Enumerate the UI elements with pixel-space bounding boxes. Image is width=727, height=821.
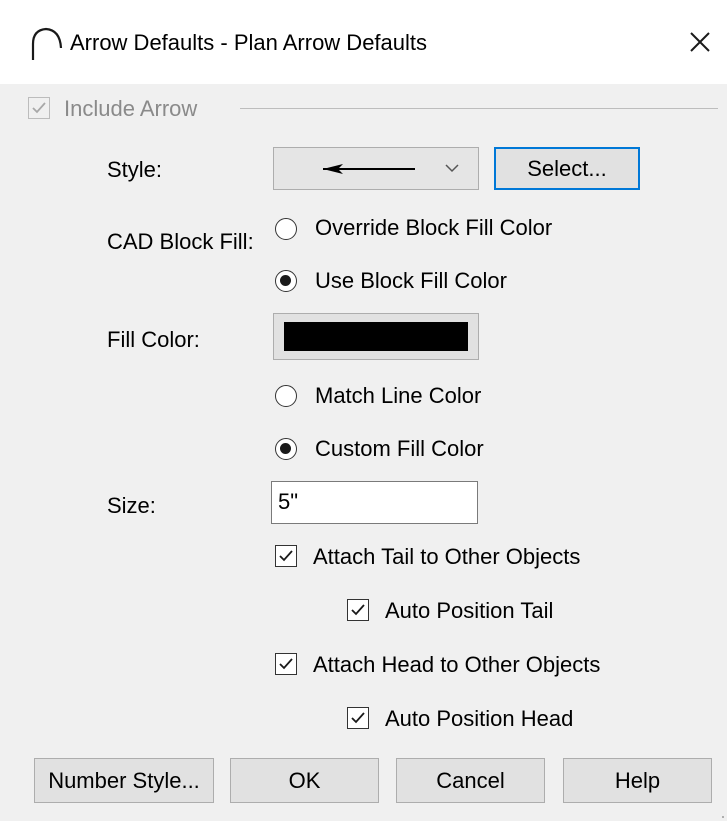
use-block-fill-radio[interactable]	[275, 270, 297, 292]
number-style-button[interactable]: Number Style...	[34, 758, 214, 803]
title-bar: Arrow Defaults - Plan Arrow Defaults	[0, 0, 727, 84]
style-dropdown[interactable]	[273, 147, 479, 190]
cancel-button[interactable]: Cancel	[396, 758, 545, 803]
size-label: Size:	[107, 493, 156, 518]
match-line-color-label: Match Line Color	[315, 383, 482, 408]
fill-color-button[interactable]	[273, 313, 479, 360]
custom-fill-color-label: Custom Fill Color	[315, 436, 484, 461]
auto-position-tail-checkbox[interactable]	[347, 599, 369, 621]
style-label: Style:	[107, 157, 163, 182]
group-divider	[240, 108, 718, 109]
override-block-fill-label: Override Block Fill Color	[315, 215, 553, 240]
custom-fill-color-radio[interactable]	[275, 438, 297, 460]
match-line-color-radio[interactable]	[275, 385, 297, 407]
auto-position-head-checkbox[interactable]	[347, 707, 369, 729]
window-title: Arrow Defaults - Plan Arrow Defaults	[70, 30, 428, 55]
resize-grip-icon[interactable]	[719, 813, 725, 819]
check-icon	[279, 550, 293, 562]
fill-color-swatch	[284, 322, 468, 351]
check-icon	[351, 604, 365, 616]
attach-head-label: Attach Head to Other Objects	[313, 652, 601, 677]
chevron-down-icon	[445, 164, 459, 173]
auto-position-tail-label: Auto Position Tail	[385, 598, 554, 623]
arrow-defaults-dialog: Arrow Defaults - Plan Arrow Defaults Inc…	[0, 0, 727, 821]
check-icon	[32, 102, 46, 114]
include-arrow-checkbox[interactable]	[28, 97, 50, 119]
attach-tail-checkbox[interactable]	[275, 545, 297, 567]
arc-icon	[31, 27, 63, 60]
fill-color-label: Fill Color:	[107, 327, 200, 352]
use-block-fill-label: Use Block Fill Color	[315, 268, 507, 293]
auto-position-head-label: Auto Position Head	[385, 706, 574, 731]
size-input[interactable]: 5"	[271, 481, 478, 524]
override-block-fill-radio[interactable]	[275, 218, 297, 240]
help-button[interactable]: Help	[563, 758, 712, 803]
cad-block-fill-label: CAD Block Fill:	[107, 229, 254, 254]
select-button[interactable]: Select...	[494, 147, 640, 190]
arrow-left-line-icon	[323, 164, 415, 174]
include-arrow-label: Include Arrow	[64, 96, 198, 121]
attach-head-checkbox[interactable]	[275, 653, 297, 675]
close-icon[interactable]	[680, 22, 720, 62]
attach-tail-label: Attach Tail to Other Objects	[313, 544, 581, 569]
ok-button[interactable]: OK	[230, 758, 379, 803]
check-icon	[279, 658, 293, 670]
check-icon	[351, 712, 365, 724]
